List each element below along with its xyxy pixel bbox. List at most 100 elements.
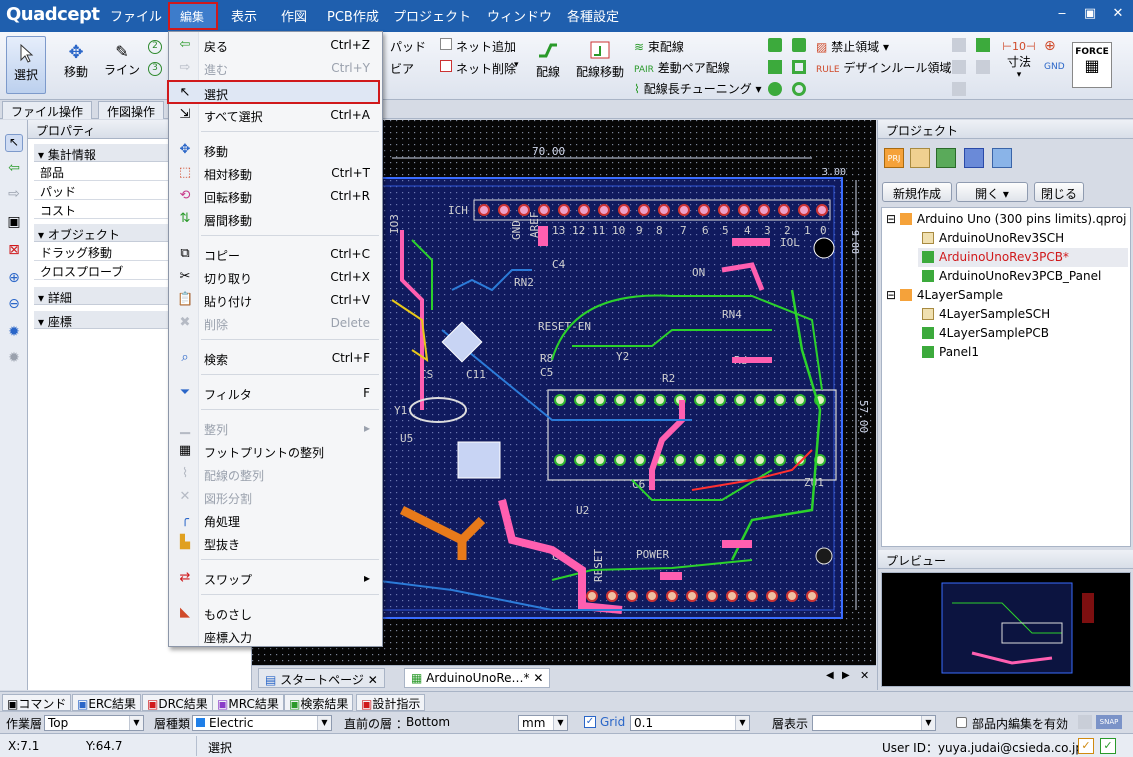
ribbon-route-button[interactable]: 配線 xyxy=(530,40,566,80)
regulator-chip[interactable] xyxy=(457,441,501,479)
net-delete-dropdown-icon[interactable]: ▾ xyxy=(514,60,519,70)
tab-close-icon[interactable]: ✕ xyxy=(533,671,543,685)
menu-item-select[interactable]: ↖ 選択 xyxy=(167,80,380,104)
step-2-icon[interactable]: 2 xyxy=(148,40,162,54)
ribbon-line-button[interactable]: ✎ ライン xyxy=(102,42,142,78)
grid-checkbox[interactable]: ✓ xyxy=(584,716,596,728)
fill-outline-icon[interactable] xyxy=(792,60,806,74)
layer-type-select[interactable]: Electric ▼ xyxy=(192,715,332,731)
tab-command[interactable]: ▣コマンド xyxy=(2,694,72,711)
ribbon-route-move-button[interactable]: 配線移動 xyxy=(576,40,624,80)
library-icon[interactable] xyxy=(992,148,1012,168)
menu-project[interactable]: プロジェクト xyxy=(393,6,471,25)
menu-item-route-align[interactable]: ⌇ 配線の整列 xyxy=(171,463,380,485)
menu-item-align[interactable]: ▁ 整列 ▸ xyxy=(171,417,380,439)
ok-check-icon[interactable]: ✓ xyxy=(1100,738,1116,754)
menu-item-layer-move[interactable]: ⇅ 層間移動 xyxy=(171,208,380,230)
layers-icon[interactable] xyxy=(936,148,956,168)
ribbon-design-rule-area[interactable]: RULE デザインルール領域 ▾ xyxy=(816,59,961,76)
fill-cut-icon[interactable] xyxy=(792,38,806,52)
menu-item-undo[interactable]: ⇦ 戻る Ctrl+Z xyxy=(171,34,380,56)
menu-item-search[interactable]: ⌕ 検索 Ctrl+F xyxy=(171,347,380,369)
ribbon-pad[interactable]: パッド xyxy=(390,38,426,55)
ribbon-move-button[interactable]: ✥ 移動 xyxy=(56,42,96,80)
menu-window[interactable]: ウィンドウ xyxy=(487,6,552,25)
maximize-icon[interactable]: ▣ xyxy=(1080,6,1100,21)
tree-node-4layer-pcb[interactable]: 4LayerSamplePCB xyxy=(922,324,1049,343)
tab-close-all-icon[interactable]: ✕ xyxy=(860,669,869,682)
zoom-in-icon[interactable]: ⊕ xyxy=(5,270,23,288)
fill-shape-icon[interactable] xyxy=(768,38,782,52)
menu-item-coordinate-input[interactable]: 座標入力 xyxy=(171,625,380,647)
force-button[interactable]: FORCE ▦ xyxy=(1072,42,1112,88)
tree-node-4layer-sch[interactable]: 4LayerSampleSCH xyxy=(922,305,1050,324)
tab-draw-ops[interactable]: 作図操作 xyxy=(98,101,165,119)
menu-item-cut[interactable]: ✂ 切り取り Ctrl+X xyxy=(171,266,380,288)
tab-file-ops[interactable]: ファイル操作 xyxy=(2,101,93,119)
ribbon-bundle-route[interactable]: ≋ 束配線 xyxy=(634,38,684,55)
tab-pcb[interactable]: ▦ ArduinoUnoRe…* ✕ xyxy=(404,668,551,688)
tree-node-arduino-pcb[interactable]: ArduinoUnoRev3PCB* xyxy=(918,248,1128,267)
settings-icon[interactable]: ✹ xyxy=(5,324,23,342)
menu-item-select-all[interactable]: ⇲ すべて選択 Ctrl+A xyxy=(171,104,380,126)
snap-button-icon[interactable]: SNAP xyxy=(1096,715,1122,729)
tab-mrc[interactable]: ▣MRC結果 xyxy=(212,694,284,711)
new-project-button[interactable]: 新規作成 xyxy=(882,182,952,202)
tab-design-instructions[interactable]: ▣設計指示 xyxy=(356,694,426,711)
minimize-icon[interactable]: ‒ xyxy=(1052,6,1072,21)
project-icon[interactable]: PRJ xyxy=(884,148,904,168)
tab-start-page[interactable]: ▤ スタートページ ✕ xyxy=(258,668,385,688)
tree-node-panel1[interactable]: Panel1 xyxy=(922,343,979,362)
menu-item-split-shape[interactable]: ✕ 図形分割 xyxy=(171,486,380,508)
ribbon-net-delete[interactable]: ネット削除 xyxy=(456,60,516,77)
menu-item-filter[interactable]: ⏷ フィルタ F xyxy=(171,382,380,404)
fill-circle-icon[interactable] xyxy=(768,82,782,96)
notebook-icon[interactable] xyxy=(910,148,930,168)
menu-item-rotate[interactable]: ⟲ 回転移動 Ctrl+R xyxy=(171,185,380,207)
tree-node-4layer-project[interactable]: ⊟ 4LayerSample xyxy=(886,286,1003,305)
in-part-edit-checkbox[interactable] xyxy=(956,717,967,728)
tab-close-icon[interactable]: ✕ xyxy=(368,673,378,687)
ribbon-net-add[interactable]: ネット追加 xyxy=(456,38,516,55)
tree-node-arduino-panel[interactable]: ArduinoUnoRev3PCB_Panel xyxy=(922,267,1101,286)
edit-check-icon[interactable]: ✓ xyxy=(1078,738,1094,754)
menu-item-swap[interactable]: ⇄ スワップ ▸ xyxy=(171,567,380,589)
tab-erc[interactable]: ▣ERC結果 xyxy=(72,694,142,711)
work-layer-select[interactable]: Top ▼ xyxy=(44,715,144,731)
fill-rect-icon[interactable] xyxy=(768,60,782,74)
tree-node-arduino-project[interactable]: ⊟ Arduino Uno (300 pins limits).qproj xyxy=(886,210,1126,229)
back-icon[interactable]: ⇦ xyxy=(5,160,23,178)
ribbon-dimension-button[interactable]: ⊢10⊣ 寸法 ▾ xyxy=(1000,40,1038,80)
menu-draw[interactable]: 作図 xyxy=(281,6,307,25)
ribbon-select-button[interactable]: 選択 xyxy=(6,36,46,94)
ribbon-length-tuning[interactable]: ⌇ 配線長チューニング ▾ xyxy=(634,80,762,97)
menu-item-paste[interactable]: 📋 貼り付け Ctrl+V xyxy=(171,289,380,311)
menu-item-corner[interactable]: ╭ 角処理 xyxy=(171,509,380,531)
grid-select[interactable]: 0.1 ▼ xyxy=(630,715,750,731)
menu-item-ruler[interactable]: ◣ ものさし xyxy=(171,602,380,624)
ribbon-via[interactable]: ビア xyxy=(390,60,414,77)
menu-edit[interactable]: 編集 xyxy=(168,2,218,30)
menu-item-redo[interactable]: ⇨ 進む Ctrl+Y xyxy=(171,57,380,79)
step-3-icon[interactable]: 3 xyxy=(148,62,162,76)
ribbon-keepout[interactable]: ▨ 禁止領域 ▾ xyxy=(816,38,889,55)
menu-item-relative-move[interactable]: ⬚ 相対移動 Ctrl+T xyxy=(171,162,380,184)
save-icon[interactable]: ▣ xyxy=(5,214,23,232)
unit-select[interactable]: mm ▼ xyxy=(518,715,568,731)
forward-icon[interactable]: ⇨ xyxy=(5,186,23,204)
menu-item-delete[interactable]: ✖ 削除 Delete xyxy=(171,312,380,334)
gnd-icon[interactable]: GND xyxy=(1044,62,1065,72)
tab-scroll-left-icon[interactable]: ◀ xyxy=(826,670,834,681)
tab-search-results[interactable]: ▣検索結果 xyxy=(284,694,354,711)
menu-pcb[interactable]: PCB作成 xyxy=(327,6,379,25)
layer-display-select[interactable]: ▼ xyxy=(812,715,936,731)
tree-node-arduino-sch[interactable]: ArduinoUnoRev3SCH xyxy=(922,229,1064,248)
menu-settings[interactable]: 各種設定 xyxy=(567,6,619,25)
menu-file[interactable]: ファイル xyxy=(110,6,162,25)
menu-item-move[interactable]: ✥ 移動 xyxy=(171,139,380,161)
left-select-icon[interactable]: ↖ xyxy=(5,134,23,152)
fill-ring-icon[interactable] xyxy=(792,82,806,96)
menu-item-footprint-align[interactable]: ▦ フットプリントの整列 xyxy=(171,440,380,462)
close-button[interactable]: 閉じる xyxy=(1034,182,1084,202)
menu-item-cutout[interactable]: ▙ 型抜き xyxy=(171,532,380,554)
